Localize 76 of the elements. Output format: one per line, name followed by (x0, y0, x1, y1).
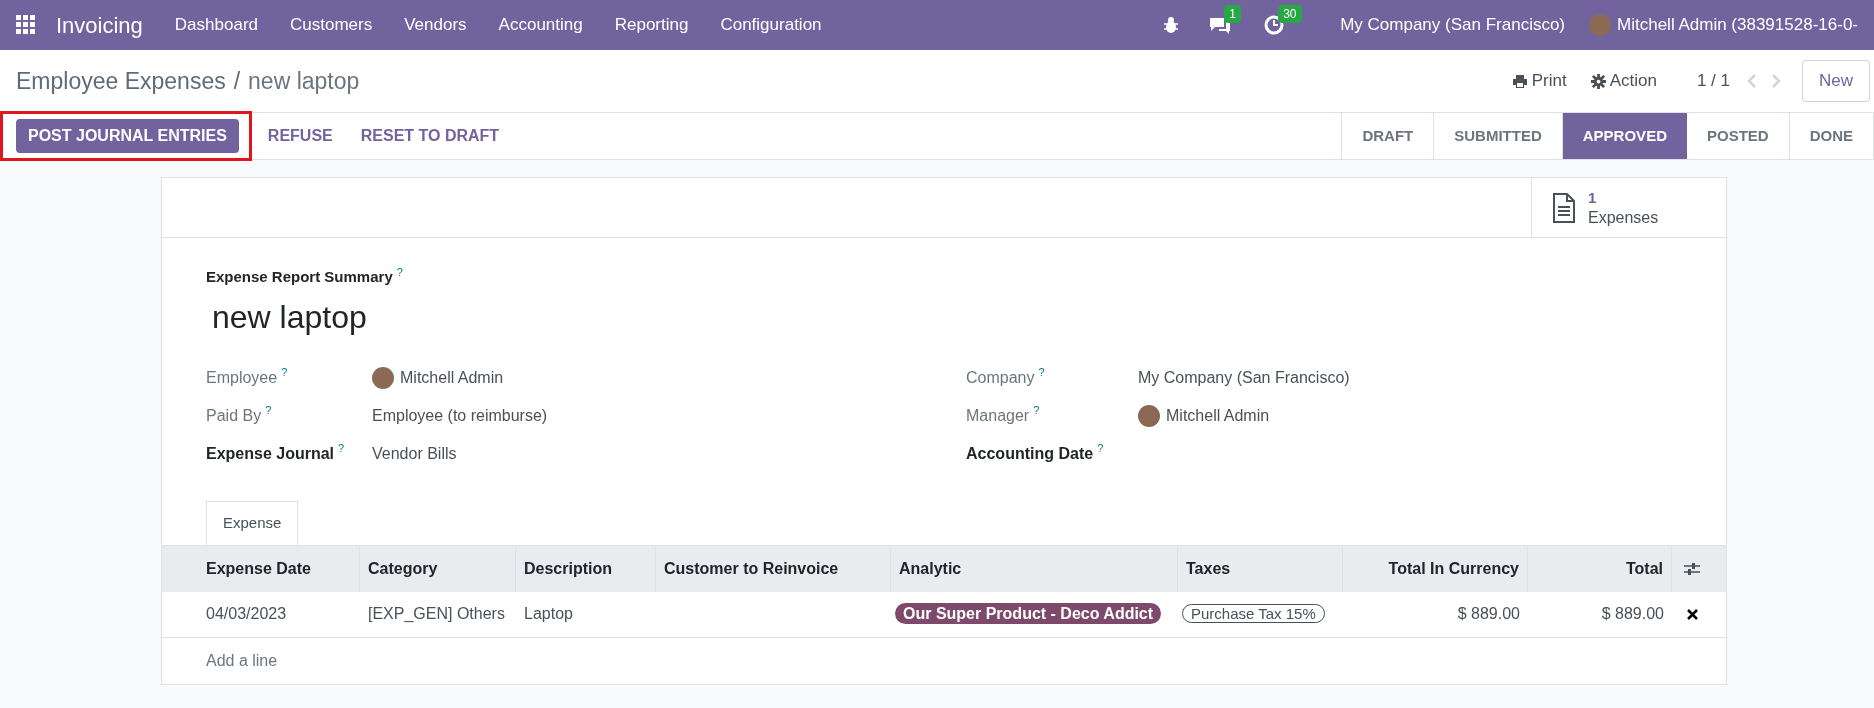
field-value[interactable]: My Company (San Francisco) (1138, 365, 1350, 390)
pager-value: 1 / 1 (1696, 70, 1730, 93)
smart-button-label: Expenses (1588, 207, 1659, 228)
avatar-placeholder (372, 366, 394, 389)
table-cell: [EXP_GEN] Others (368, 605, 505, 622)
table-cell: $ 889.00 (1601, 605, 1664, 622)
status-stage[interactable]: DRAFT (1342, 113, 1435, 159)
avatar-placeholder (1138, 404, 1160, 427)
sliders-icon[interactable] (1684, 561, 1700, 576)
status-stage[interactable]: APPROVED (1562, 113, 1687, 159)
column-header[interactable]: Total (1625, 556, 1663, 581)
app-name[interactable]: Invoicing (56, 8, 143, 42)
user-menu[interactable]: Mitchell Admin (38391528-16-0- (1617, 12, 1858, 38)
breadcrumb-separator: / (233, 66, 241, 96)
table-cell: $ 889.00 (1457, 605, 1520, 622)
menu-item[interactable]: Accounting (498, 12, 583, 38)
help-tooltip-mark[interactable]: ? (1097, 441, 1104, 454)
menu-item[interactable]: Reporting (614, 12, 689, 38)
column-header[interactable]: Analytic (899, 556, 962, 581)
avatar-placeholder (1589, 14, 1612, 36)
table-cell: Laptop (524, 605, 573, 622)
new-button[interactable]: New (1802, 60, 1870, 102)
notification-badge: 30 (1278, 5, 1302, 23)
action-button[interactable]: Action (1590, 68, 1657, 94)
breadcrumb-link[interactable]: Employee Expenses (16, 63, 226, 99)
column-header[interactable]: Total In Currency (1388, 556, 1519, 581)
field-label: Accounting Date (966, 443, 1094, 464)
help-tooltip-mark[interactable]: ? (281, 365, 288, 378)
company-switcher[interactable]: My Company (San Francisco) (1340, 12, 1566, 38)
notebook-tab[interactable]: Expense (206, 500, 299, 545)
gear-icon (1590, 73, 1606, 89)
delete-icon[interactable] (1686, 608, 1698, 620)
print-button[interactable]: Print (1511, 68, 1567, 94)
field-label: Company (966, 367, 1035, 388)
column-header[interactable]: Taxes (1186, 556, 1231, 581)
field-label: Manager (966, 405, 1030, 426)
column-header[interactable]: Description (524, 556, 612, 581)
add-line-link[interactable]: Add a line (206, 648, 278, 673)
app-grid-icon[interactable] (16, 15, 36, 35)
field-value[interactable]: Mitchell Admin (1166, 403, 1270, 428)
help-tooltip-mark[interactable]: ? (1033, 403, 1040, 416)
action-button[interactable]: REFUSE (255, 119, 345, 153)
menu-item[interactable]: Configuration (720, 12, 822, 38)
help-tooltip-mark[interactable]: ? (338, 441, 345, 454)
menu-item[interactable]: Vendors (404, 12, 467, 38)
field-value[interactable]: Employee (to reimburse) (372, 403, 548, 428)
status-stage[interactable]: SUBMITTED (1434, 113, 1563, 159)
action-button[interactable]: POST JOURNAL ENTRIES (16, 119, 239, 153)
title-field[interactable]: new laptop (212, 292, 1682, 341)
expenses-smart-button[interactable]: 1 Expenses (1531, 178, 1726, 237)
smart-button-count: 1 (1588, 187, 1598, 208)
bug-icon[interactable] (1162, 16, 1181, 34)
help-tooltip-mark[interactable]: ? (1038, 365, 1045, 378)
menu-item[interactable]: Customers (290, 12, 373, 38)
printer-icon (1511, 73, 1528, 89)
clock-icon[interactable] (1264, 15, 1285, 35)
field-value[interactable]: Vendor Bills (372, 441, 457, 466)
field-label: Employee (206, 367, 278, 388)
menu-item[interactable]: Dashboard (174, 12, 258, 38)
help-tooltip-mark[interactable]: ? (396, 266, 403, 278)
column-header[interactable]: Category (368, 556, 438, 581)
field-label: Expense Report Summary (206, 267, 393, 287)
analytic-tag: Our Super Product - Deco Addict (895, 603, 1162, 624)
help-tooltip-mark[interactable]: ? (265, 403, 272, 416)
status-stage[interactable]: POSTED (1686, 113, 1790, 159)
breadcrumb-current: new laptop (248, 66, 360, 96)
table-cell: 04/03/2023 (206, 605, 287, 622)
status-stage[interactable]: DONE (1789, 113, 1874, 159)
action-button[interactable]: RESET TO DRAFT (348, 119, 512, 153)
field-label: Expense Journal (206, 443, 335, 464)
notification-badge: 1 (1224, 5, 1241, 23)
field-label: Paid By (206, 405, 262, 426)
column-header[interactable]: Expense Date (206, 556, 311, 581)
column-header[interactable]: Customer to Reinvoice (664, 556, 839, 581)
document-icon (1552, 192, 1576, 223)
field-value[interactable]: Mitchell Admin (400, 365, 504, 390)
